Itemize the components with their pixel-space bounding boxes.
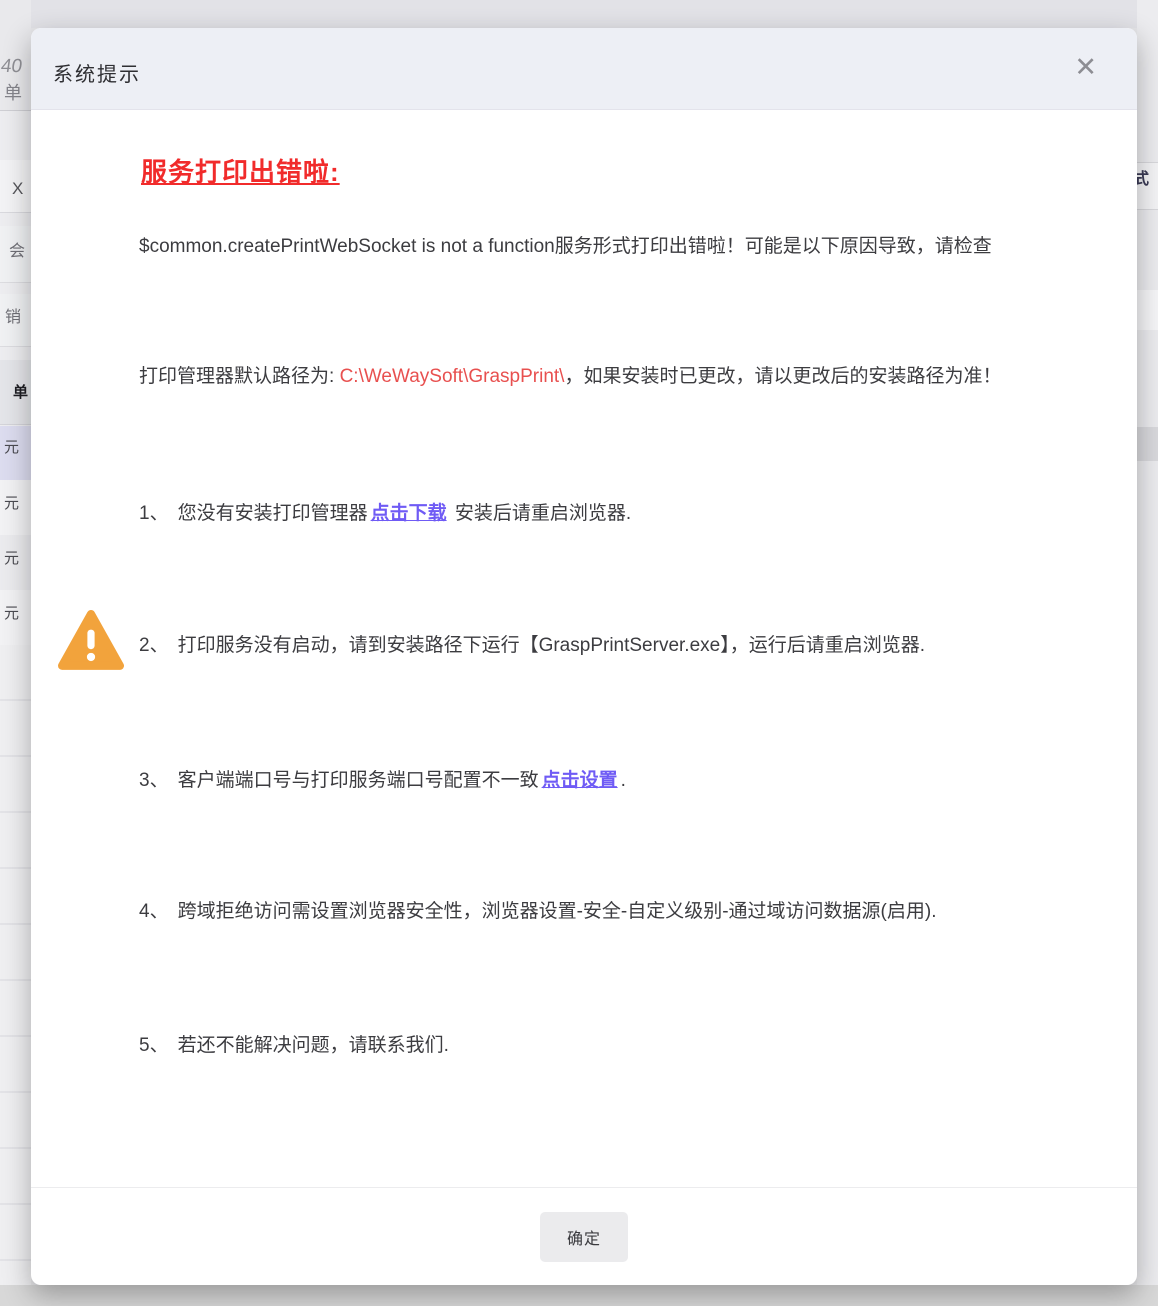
item-text: 打印服务没有启动，请到安装路径下运行【GraspPrintServer.exe】… — [177, 635, 925, 656]
item-text: 安装后请重启浏览器. — [449, 503, 632, 524]
bg-band — [1137, 427, 1158, 461]
item-number: 5、 — [139, 1035, 169, 1056]
settings-link[interactable]: 点击设置 — [542, 770, 618, 791]
item-text: 若还不能解决问题，请联系我们. — [177, 1035, 449, 1056]
list-item-1: 1、 您没有安装打印管理器 点击下载 安装后请重启浏览器. — [139, 498, 631, 525]
item-text: 客户端端口号与打印服务端口号配置不一致 — [177, 770, 539, 791]
ok-button[interactable]: 确定 — [539, 1212, 628, 1262]
error-message: $common.createPrintWebSocket is not a fu… — [139, 236, 992, 257]
item-text: . — [620, 770, 626, 791]
bg-fragment-close: X — [12, 179, 24, 198]
dialog-title: 系统提示 — [53, 64, 141, 86]
dialog-footer: 确定 — [31, 1187, 1137, 1285]
close-icon[interactable]: ✕ — [1074, 54, 1097, 81]
list-item-4: 4、 跨域拒绝访问需设置浏览器安全性，浏览器设置-安全-自定义级别-通过域访问数据… — [139, 896, 937, 923]
bg-fragment-number: 40 — [0, 56, 24, 77]
system-prompt-dialog: 系统提示 ✕ 服务打印出错啦: $common.createPrintWebSo… — [31, 28, 1137, 1285]
list-item-2: 2、 打印服务没有启动，请到安装路径下运行【GraspPrintServer.ex… — [139, 630, 925, 657]
bg-fragment-unit: 元 — [4, 605, 20, 622]
backdrop-top-strip — [0, 0, 1158, 28]
bg-band — [1137, 290, 1158, 330]
install-path-line: 打印管理器默认路径为: C:\WeWaySoft\GraspPrint\，如果安… — [139, 361, 1001, 388]
list-item-5: 5、 若还不能解决问题，请联系我们. — [139, 1030, 449, 1057]
bg-table-rows — [0, 645, 31, 1285]
item-text: 跨域拒绝访问需设置浏览器安全性，浏览器设置-安全-自定义级别-通过域访问数据源(… — [177, 901, 937, 922]
backdrop-left-strip: 40 单 X 会 销 单 元 元 元 元 — [0, 0, 31, 1306]
install-path: C:\WeWaySoft\GraspPrint\ — [339, 366, 565, 387]
path-suffix: ，如果安装时已更改，请以更改后的安装路径为准！ — [564, 366, 1002, 387]
download-link[interactable]: 点击下载 — [371, 503, 447, 524]
dialog-header: 系统提示 ✕ — [31, 28, 1137, 110]
bg-fragment-unit: 元 — [4, 495, 20, 512]
bg-fragment-cell: 销 — [5, 309, 22, 326]
item-number: 1、 — [139, 503, 169, 524]
backdrop-right-strip: 式 — [1133, 0, 1158, 1306]
bg-fragment-cell: 单 — [13, 384, 29, 401]
path-prefix: 打印管理器默认路径为: — [139, 366, 340, 387]
item-number: 2、 — [139, 635, 169, 656]
bg-fragment-cell: 会 — [9, 243, 26, 260]
item-number: 3、 — [139, 770, 169, 791]
item-number: 4、 — [139, 901, 169, 922]
warning-triangle-icon — [58, 607, 124, 677]
list-item-3: 3、 客户端端口号与打印服务端口号配置不一致 点击设置. — [139, 765, 626, 792]
error-heading: 服务打印出错啦: — [141, 157, 340, 187]
item-text: 您没有安装打印管理器 — [177, 503, 368, 524]
bg-fragment-unit: 元 — [4, 439, 20, 456]
bg-fragment-unit: 元 — [4, 550, 20, 567]
backdrop-bottom-strip — [0, 1285, 1158, 1306]
bg-fragment-label: 单 — [4, 83, 22, 103]
